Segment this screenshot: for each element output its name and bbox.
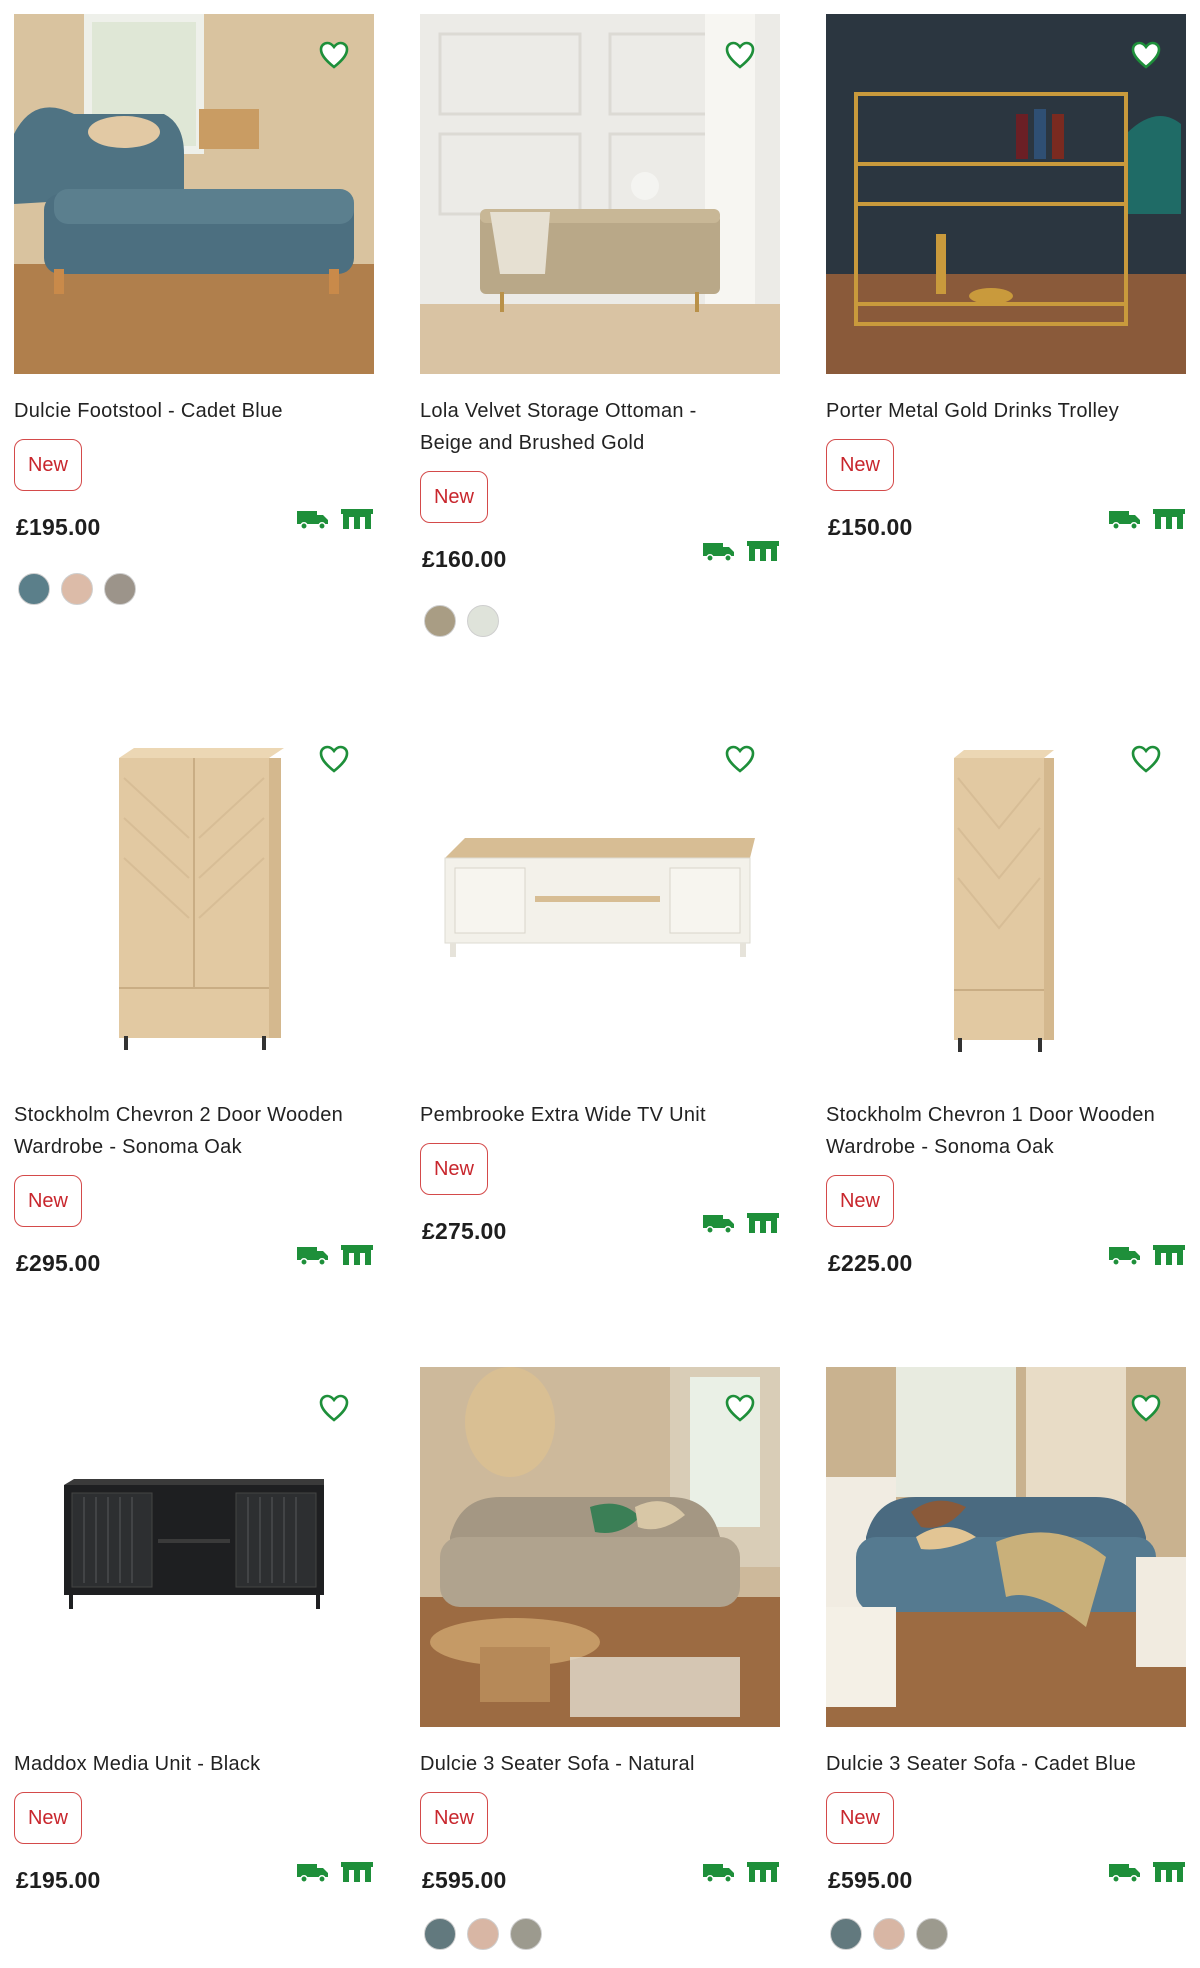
- wishlist-heart-icon[interactable]: [724, 1393, 756, 1423]
- product-image[interactable]: [14, 14, 374, 374]
- store-collect-icon: [1152, 1244, 1186, 1266]
- colour-swatch[interactable]: [467, 1918, 499, 1950]
- colour-swatch[interactable]: [467, 605, 499, 637]
- new-badge: New: [420, 1143, 488, 1195]
- colour-swatches: [830, 1918, 948, 1950]
- product-price: £595.00: [828, 1867, 913, 1893]
- product-price: £160.00: [422, 546, 507, 572]
- service-icons: [702, 540, 780, 562]
- store-collect-icon: [340, 1244, 374, 1266]
- service-icons: [702, 1861, 780, 1883]
- product-image[interactable]: [14, 718, 374, 1078]
- product-price: £275.00: [422, 1218, 507, 1244]
- product-price: £225.00: [828, 1250, 913, 1276]
- product-title[interactable]: Dulcie 3 Seater Sofa - Natural: [420, 1748, 800, 1780]
- new-badge: New: [14, 1175, 82, 1227]
- colour-swatch[interactable]: [424, 605, 456, 637]
- product-price: £195.00: [16, 1867, 101, 1893]
- product-title-line: Lola Velvet Storage Ottoman -: [420, 400, 697, 422]
- product-image[interactable]: [420, 1367, 780, 1727]
- new-badge: New: [826, 1792, 894, 1844]
- colour-swatch[interactable]: [916, 1918, 948, 1950]
- store-collect-icon: [1152, 508, 1186, 530]
- product-price: £595.00: [422, 1867, 507, 1893]
- product-title-line: Porter Metal Gold Drinks Trolley: [826, 400, 1120, 422]
- product-image[interactable]: [420, 14, 780, 374]
- product-title-line: Wardrobe - Sonoma Oak: [826, 1136, 1054, 1158]
- wishlist-heart-icon[interactable]: [318, 40, 350, 70]
- service-icons: [1108, 1861, 1186, 1883]
- product-title-line: Dulcie 3 Seater Sofa - Natural: [420, 1753, 695, 1775]
- delivery-truck-icon: [1108, 1244, 1142, 1266]
- product-title-line: Stockholm Chevron 1 Door Wooden: [826, 1104, 1156, 1126]
- delivery-truck-icon: [1108, 508, 1142, 530]
- product-image[interactable]: [826, 14, 1186, 374]
- product-title-line: Stockholm Chevron 2 Door Wooden: [14, 1104, 344, 1126]
- store-collect-icon: [746, 1212, 780, 1234]
- delivery-truck-icon: [296, 508, 330, 530]
- product-price: £150.00: [828, 514, 913, 540]
- store-collect-icon: [340, 508, 374, 530]
- delivery-truck-icon: [702, 540, 736, 562]
- product-title[interactable]: Dulcie 3 Seater Sofa - Cadet Blue: [826, 1748, 1200, 1780]
- product-title-line: Pembrooke Extra Wide TV Unit: [420, 1104, 706, 1126]
- store-collect-icon: [340, 1861, 374, 1883]
- product-title[interactable]: Dulcie Footstool - Cadet Blue: [14, 395, 394, 427]
- wishlist-heart-icon[interactable]: [1130, 1393, 1162, 1423]
- product-title-line: Wardrobe - Sonoma Oak: [14, 1136, 242, 1158]
- colour-swatch[interactable]: [61, 573, 93, 605]
- product-title[interactable]: Maddox Media Unit - Black: [14, 1748, 394, 1780]
- wishlist-heart-icon[interactable]: [724, 744, 756, 774]
- colour-swatch[interactable]: [873, 1918, 905, 1950]
- wishlist-heart-icon[interactable]: [1130, 40, 1162, 70]
- delivery-truck-icon: [1108, 1861, 1142, 1883]
- wishlist-heart-icon[interactable]: [318, 1393, 350, 1423]
- colour-swatches: [424, 1918, 542, 1950]
- new-badge: New: [420, 471, 488, 523]
- colour-swatch[interactable]: [830, 1918, 862, 1950]
- product-image[interactable]: [826, 718, 1186, 1078]
- colour-swatches: [424, 605, 499, 637]
- new-badge: New: [14, 439, 82, 491]
- product-image[interactable]: [826, 1367, 1186, 1727]
- product-title[interactable]: Lola Velvet Storage Ottoman - Beige and …: [420, 395, 800, 459]
- wishlist-heart-icon[interactable]: [724, 40, 756, 70]
- colour-swatch[interactable]: [510, 1918, 542, 1950]
- colour-swatch[interactable]: [18, 573, 50, 605]
- new-badge: New: [420, 1792, 488, 1844]
- delivery-truck-icon: [296, 1244, 330, 1266]
- product-price: £195.00: [16, 514, 101, 540]
- product-title[interactable]: Stockholm Chevron 1 Door Wooden Wardrobe…: [826, 1099, 1200, 1163]
- product-title[interactable]: Pembrooke Extra Wide TV Unit: [420, 1099, 800, 1131]
- service-icons: [296, 1244, 374, 1266]
- product-price: £295.00: [16, 1250, 101, 1276]
- delivery-truck-icon: [702, 1212, 736, 1234]
- product-title-line: Maddox Media Unit - Black: [14, 1753, 261, 1775]
- colour-swatch[interactable]: [104, 573, 136, 605]
- product-title-line: Dulcie 3 Seater Sofa - Cadet Blue: [826, 1753, 1137, 1775]
- store-collect-icon: [746, 540, 780, 562]
- store-collect-icon: [1152, 1861, 1186, 1883]
- product-image[interactable]: [14, 1367, 374, 1727]
- product-image[interactable]: [420, 718, 780, 1078]
- delivery-truck-icon: [296, 1861, 330, 1883]
- store-collect-icon: [746, 1861, 780, 1883]
- service-icons: [296, 1861, 374, 1883]
- new-badge: New: [826, 439, 894, 491]
- wishlist-heart-icon[interactable]: [1130, 744, 1162, 774]
- product-title[interactable]: Porter Metal Gold Drinks Trolley: [826, 395, 1200, 427]
- product-title-line: Beige and Brushed Gold: [420, 432, 645, 454]
- service-icons: [296, 508, 374, 530]
- service-icons: [1108, 508, 1186, 530]
- new-badge: New: [14, 1792, 82, 1844]
- colour-swatch[interactable]: [424, 1918, 456, 1950]
- service-icons: [1108, 1244, 1186, 1266]
- delivery-truck-icon: [702, 1861, 736, 1883]
- product-title[interactable]: Stockholm Chevron 2 Door Wooden Wardrobe…: [14, 1099, 394, 1163]
- wishlist-heart-icon[interactable]: [318, 744, 350, 774]
- service-icons: [702, 1212, 780, 1234]
- colour-swatches: [18, 573, 136, 605]
- product-title-line: Dulcie Footstool - Cadet Blue: [14, 400, 283, 422]
- new-badge: New: [826, 1175, 894, 1227]
